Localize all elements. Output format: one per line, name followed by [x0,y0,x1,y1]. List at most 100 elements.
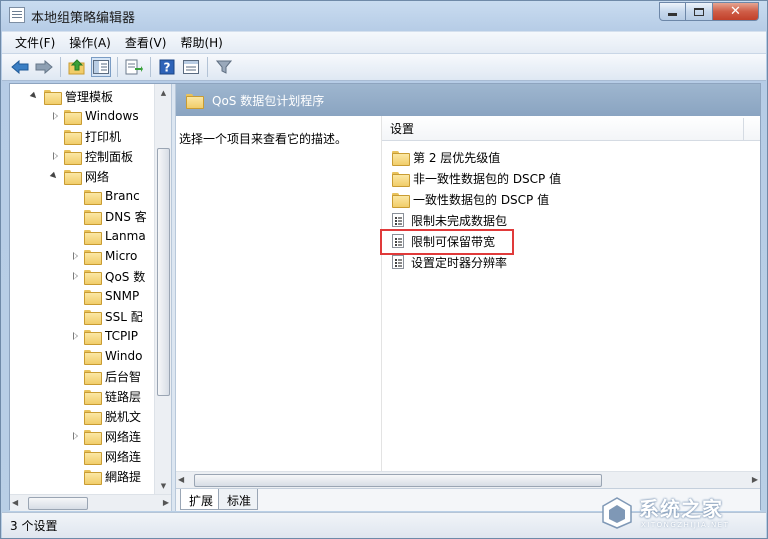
menu-bar: 文件(F) 操作(A) 查看(V) 帮助(H) [2,31,766,53]
collapsed-arrow-icon[interactable] [50,111,60,121]
tree-item[interactable]: TCPIP [70,326,138,346]
folder-icon [84,329,102,345]
tree-item[interactable]: 链路层 [70,386,141,406]
menu-view[interactable]: 查看(V) [118,32,174,53]
tree-item[interactable]: QoS 数 [70,266,145,286]
properties-pane-button[interactable] [181,57,201,77]
folder-icon [392,192,410,208]
tree-item-label: 脱机文 [105,409,142,424]
expanded-arrow-icon[interactable] [30,91,40,101]
list-item-label: 设置定时器分辨率 [411,255,508,270]
details-hscroll-thumb[interactable] [194,474,602,487]
menu-action[interactable]: 操作(A) [62,32,118,53]
export-list-icon [125,59,143,75]
watermark-text: 系统之家 [639,497,723,521]
scroll-right-arrow-icon[interactable]: ▶ [163,498,169,507]
scroll-right-arrow-icon[interactable]: ▶ [752,475,758,484]
list-item[interactable]: 非一致性数据包的 DSCP 值 [386,168,561,188]
tree-vertical-scrollbar[interactable]: ▲ ▼ [154,84,171,494]
list-item[interactable]: 第 2 层优先级值 [386,147,500,167]
filter-icon [216,60,232,74]
menu-file[interactable]: 文件(F) [8,32,62,53]
list-item[interactable]: 设置定时器分辨率 [386,252,507,272]
scroll-up-arrow-icon[interactable]: ▲ [155,84,172,101]
tree-item-label: SSL 配 [105,309,143,324]
tree-item[interactable]: SNMP [70,286,139,306]
forward-button[interactable] [34,57,54,77]
list-item-label: 第 2 层优先级值 [413,150,501,165]
up-level-button[interactable] [67,57,87,77]
collapsed-arrow-icon[interactable] [70,271,80,281]
tree-item[interactable]: 网络 [50,166,109,186]
tree-item-label: 網路提 [105,469,142,484]
window-title: 本地组策略编辑器 [31,11,136,26]
folder-icon [84,209,102,225]
folder-icon [84,429,102,445]
tree-item[interactable]: Micro [70,246,137,266]
tab-standard[interactable]: 标准 [218,489,259,510]
close-button[interactable]: ✕ [713,2,759,21]
tree-item[interactable]: Windo [70,346,143,366]
scroll-down-arrow-icon[interactable]: ▼ [155,477,172,494]
watermark-subtext: XITONGZHIJIA.NET [641,521,730,529]
tree-item[interactable]: Lanma [70,226,146,246]
tab-extended[interactable]: 扩展 [180,489,221,510]
tree-horizontal-scrollbar[interactable]: ◀ ▶ [10,494,171,511]
tree-item-label: 网络 [85,169,110,184]
tree-item[interactable]: 控制面板 [50,146,133,166]
folder-icon [64,149,82,165]
details-horizontal-scrollbar[interactable]: ◀ ▶ [176,471,760,488]
tree-item[interactable]: 网络连 [70,446,141,466]
policy-setting-icon [392,213,404,227]
tree-item[interactable]: 脱机文 [70,406,141,426]
list-item[interactable]: 一致性数据包的 DSCP 值 [386,189,549,209]
tree-item[interactable]: 网络连 [70,426,141,446]
column-header-label: 设置 [390,121,415,136]
scroll-left-arrow-icon[interactable]: ◀ [178,475,184,484]
collapsed-arrow-icon[interactable] [70,431,80,441]
tree-pane: 管理模板 Windows 打印机 控制面板网络 Branc DNS 客 Lanma Micro… [10,84,166,494]
status-text: 3 个设置 [10,519,58,533]
menu-help[interactable]: 帮助(H) [173,32,229,53]
folder-icon [44,89,62,105]
tree-item[interactable]: DNS 客 [70,206,147,226]
filter-button[interactable] [214,57,234,77]
folder-icon [84,449,102,465]
minimize-button[interactable] [659,2,686,21]
show-hide-tree-button[interactable] [91,57,111,77]
scroll-left-arrow-icon[interactable]: ◀ [12,498,18,507]
folder-icon [84,249,102,265]
folder-icon [84,469,102,485]
main-window: 本地组策略编辑器 ✕ 文件(F) 操作(A) 查看(V) 帮助(H) ? 管理模… [0,0,768,539]
tree-item[interactable]: SSL 配 [70,306,143,326]
tree-item[interactable]: 后台智 [70,366,141,386]
policy-editor-icon [9,7,25,23]
tree-item[interactable]: 網路提 [70,466,141,486]
description-panel: 选择一个项目来查看它的描述。 [176,116,382,471]
tree-item[interactable]: 打印机 [50,126,121,146]
expanded-arrow-icon[interactable] [50,171,60,181]
tree-item-label: QoS 数 [105,269,146,284]
back-button[interactable] [10,57,30,77]
tree-item[interactable]: Windows [50,106,139,126]
export-list-button[interactable] [124,57,144,77]
tree-item[interactable]: 管理模板 [30,86,113,106]
help-button[interactable]: ? [157,57,177,77]
tree-scroll-thumb[interactable] [157,148,170,396]
collapsed-arrow-icon[interactable] [70,251,80,261]
maximize-button[interactable] [686,2,713,21]
folder-icon [84,369,102,385]
collapsed-arrow-icon[interactable] [50,151,60,161]
list-item[interactable]: 限制未完成数据包 [386,210,507,230]
tree-hscroll-thumb[interactable] [28,497,88,510]
folder-icon [64,169,82,185]
column-header-settings[interactable]: 设置 [382,116,760,141]
collapsed-arrow-icon[interactable] [70,331,80,341]
tree-item[interactable]: Branc [70,186,140,206]
tree-item-label: DNS 客 [105,209,147,224]
